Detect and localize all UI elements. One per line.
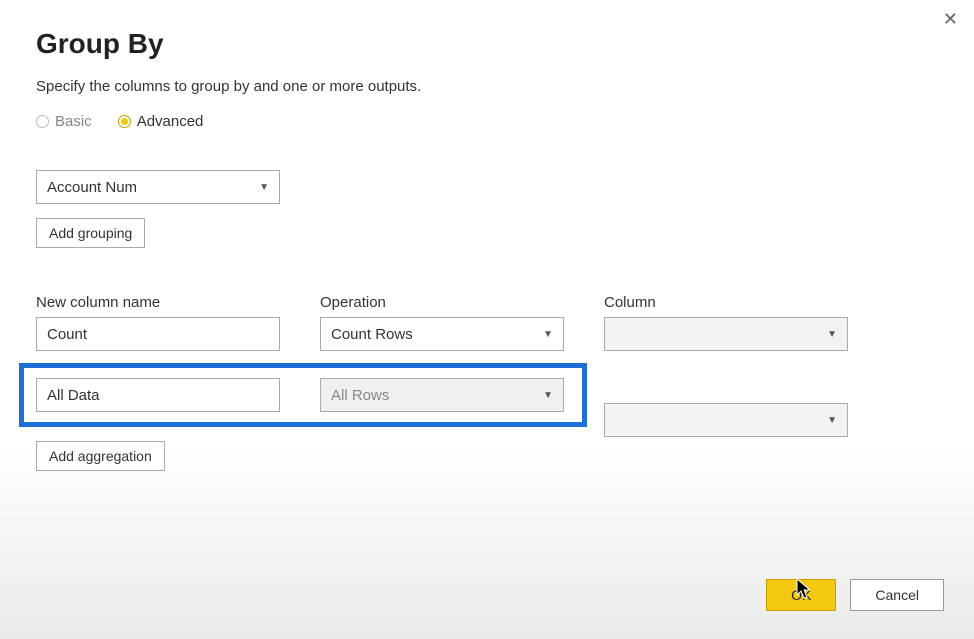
agg-name-input[interactable]: All Data	[36, 378, 280, 412]
agg-name-value: Count	[47, 326, 87, 343]
agg-column-dropdown: ▼	[604, 403, 848, 437]
chevron-down-icon: ▼	[827, 415, 837, 426]
agg-name-input[interactable]: Count	[36, 317, 280, 351]
aggregation-row: Count Count Rows ▼ ▼	[36, 317, 938, 351]
radio-unchecked-icon	[36, 115, 49, 128]
header-operation: Operation	[320, 294, 564, 311]
dialog-title: Group By	[36, 28, 938, 60]
cancel-button[interactable]: Cancel	[850, 579, 944, 611]
header-column: Column	[604, 294, 848, 311]
close-icon[interactable]: ✕	[943, 10, 958, 28]
agg-operation-value: Count Rows	[331, 326, 413, 343]
agg-column-dropdown: ▼	[604, 317, 848, 351]
agg-operation-dropdown[interactable]: All Rows ▼	[320, 378, 564, 412]
chevron-down-icon: ▼	[259, 182, 269, 193]
mode-basic-label: Basic	[55, 113, 92, 130]
radio-checked-icon	[118, 115, 131, 128]
mode-advanced-radio[interactable]: Advanced	[118, 113, 204, 130]
dialog-subtitle: Specify the columns to group by and one …	[36, 78, 938, 95]
add-aggregation-button[interactable]: Add aggregation	[36, 441, 165, 471]
mode-advanced-label: Advanced	[137, 113, 204, 130]
highlighted-aggregation-row: All Data All Rows ▼	[19, 363, 587, 427]
chevron-down-icon: ▼	[827, 329, 837, 340]
header-new-column-name: New column name	[36, 294, 280, 311]
agg-operation-value: All Rows	[331, 387, 389, 404]
chevron-down-icon: ▼	[543, 390, 553, 401]
ok-button[interactable]: OK	[766, 579, 836, 611]
add-grouping-button[interactable]: Add grouping	[36, 218, 145, 248]
agg-operation-dropdown[interactable]: Count Rows ▼	[320, 317, 564, 351]
chevron-down-icon: ▼	[543, 329, 553, 340]
group-by-column-value: Account Num	[47, 179, 137, 196]
mode-basic-radio[interactable]: Basic	[36, 113, 92, 130]
agg-name-value: All Data	[47, 387, 100, 404]
group-by-column-dropdown[interactable]: Account Num ▼	[36, 170, 280, 204]
